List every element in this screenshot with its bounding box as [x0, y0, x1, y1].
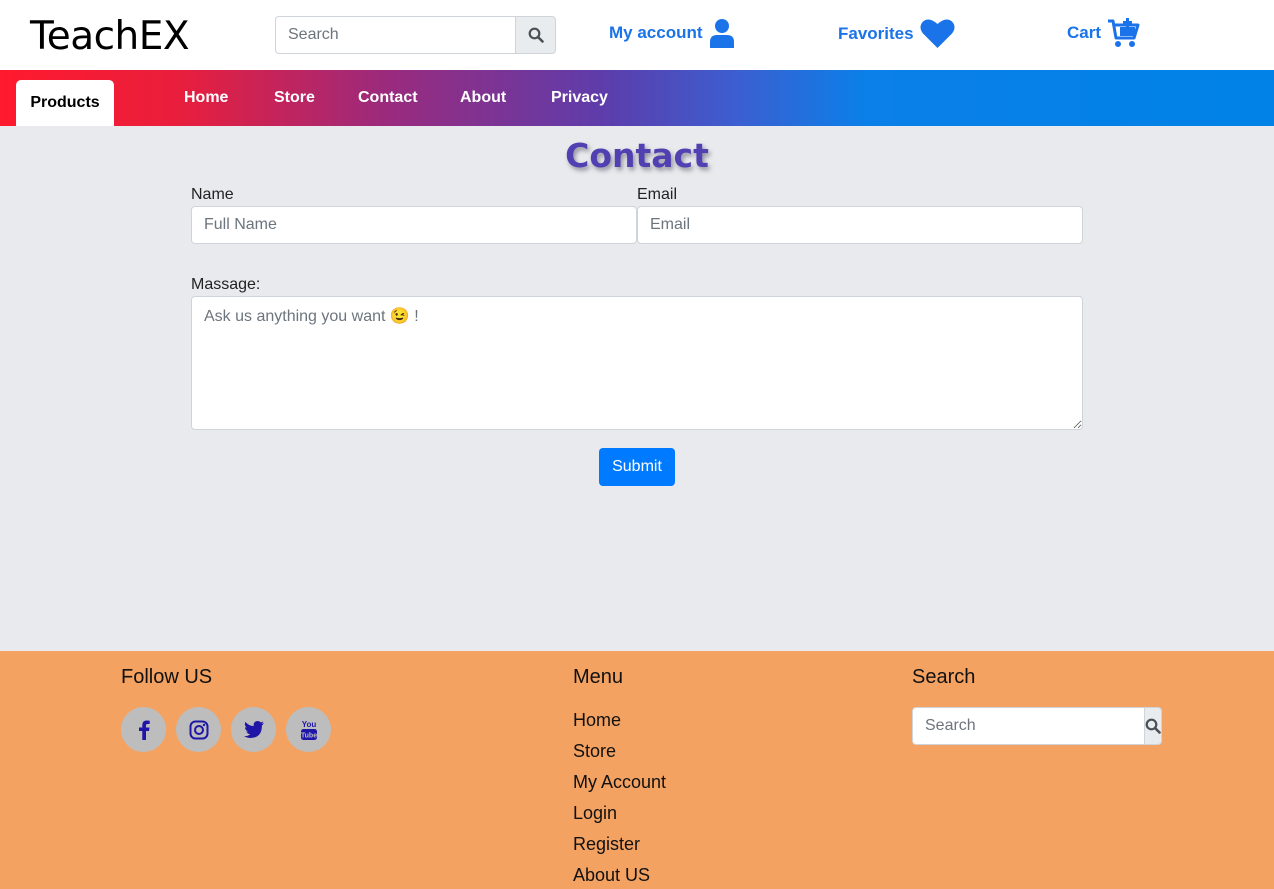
footer-link-store[interactable]: Store	[573, 741, 616, 762]
header-search	[275, 16, 556, 54]
footer-search-button[interactable]	[1144, 707, 1162, 745]
submit-button[interactable]: Submit	[599, 448, 675, 486]
nav-item-store[interactable]: Store	[274, 89, 315, 107]
favorites-label: Favorites	[838, 23, 914, 43]
main-navbar: Products Home Store Contact About Privac…	[0, 70, 1274, 126]
instagram-button[interactable]	[176, 707, 221, 752]
header-search-button[interactable]	[515, 16, 556, 54]
my-account-label: My account	[609, 23, 703, 42]
footer-search	[912, 707, 1162, 745]
nav-item-privacy[interactable]: Privacy	[551, 89, 608, 107]
nav-item-about[interactable]: About	[460, 89, 506, 107]
search-heading: Search	[912, 666, 976, 688]
search-icon	[528, 27, 544, 43]
menu-heading: Menu	[573, 666, 624, 688]
twitter-icon	[243, 721, 264, 738]
top-header: TeachEX My account Favorites Cart	[0, 0, 1274, 70]
header-search-input[interactable]	[275, 16, 515, 54]
footer-link-register[interactable]: Register	[573, 834, 640, 855]
name-label: Name	[191, 186, 234, 203]
cart-link[interactable]: Cart	[1067, 18, 1140, 48]
heart-icon	[920, 19, 955, 48]
instagram-icon	[189, 720, 208, 739]
user-icon	[709, 19, 734, 48]
message-textarea[interactable]	[191, 296, 1083, 430]
footer-link-my-account[interactable]: My Account	[573, 772, 666, 793]
nav-item-home[interactable]: Home	[184, 89, 228, 107]
twitter-button[interactable]	[231, 707, 276, 752]
facebook-button[interactable]	[121, 707, 166, 752]
cart-label: Cart	[1067, 23, 1102, 42]
youtube-icon: You Tube	[300, 720, 317, 740]
footer-search-input[interactable]	[912, 707, 1144, 745]
cart-plus-icon	[1108, 18, 1140, 47]
svg-text:Tube: Tube	[300, 732, 316, 739]
footer-link-home[interactable]: Home	[573, 710, 621, 731]
site-logo[interactable]: TeachEX	[30, 14, 190, 59]
search-icon	[1145, 718, 1161, 734]
footer-link-about-us[interactable]: About US	[573, 865, 650, 886]
my-account-link[interactable]: My account	[609, 18, 735, 48]
youtube-button[interactable]: You Tube	[286, 707, 331, 752]
footer-link-login[interactable]: Login	[573, 803, 617, 824]
nav-item-contact[interactable]: Contact	[358, 89, 418, 107]
svg-text:You: You	[301, 720, 316, 729]
email-label: Email	[637, 186, 678, 203]
message-label: Massage:	[191, 276, 261, 293]
name-field[interactable]	[191, 206, 637, 244]
facebook-icon	[138, 720, 150, 740]
follow-us-heading: Follow US	[121, 666, 213, 688]
page-title: Contact	[565, 136, 709, 175]
email-field[interactable]	[637, 206, 1083, 244]
favorites-link[interactable]: Favorites	[838, 18, 955, 49]
nav-item-products[interactable]: Products	[16, 80, 114, 126]
